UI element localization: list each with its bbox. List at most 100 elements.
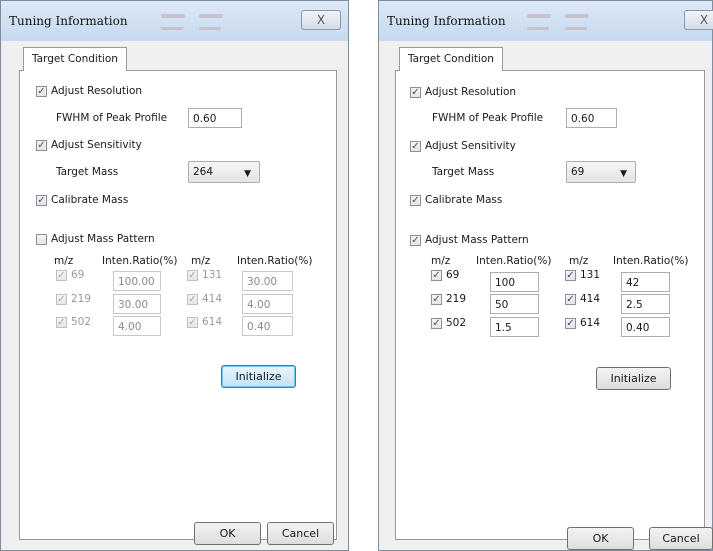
- col-ratio-header: Inten.Ratio(%): [476, 255, 552, 267]
- adjust-sensitivity-label: Adjust Sensitivity: [425, 140, 516, 152]
- initialize-button[interactable]: Initialize: [221, 365, 296, 388]
- col-mz-header: m/z: [54, 255, 74, 267]
- fwhm-input[interactable]: 0.60: [188, 108, 242, 128]
- checkmark-icon: ✓: [56, 293, 67, 305]
- target-mass-label: Target Mass: [56, 166, 119, 178]
- adjust-resolution-label: Adjust Resolution: [425, 86, 517, 98]
- blurred-text: [527, 14, 551, 18]
- window-title: Tuning Information: [9, 14, 128, 28]
- fwhm-input[interactable]: 0.60: [566, 108, 617, 128]
- tab-target-condition[interactable]: Target Condition: [399, 47, 503, 71]
- blurred-text: [565, 14, 589, 18]
- close-button[interactable]: X: [684, 10, 713, 30]
- col-ratio-header: Inten.Ratio(%): [613, 255, 689, 267]
- blurred-text: [527, 27, 549, 30]
- title-bar: Tuning Information X: [379, 1, 713, 41]
- checkmark-icon: ✓: [410, 86, 421, 98]
- ratio-input[interactable]: 50: [490, 294, 539, 314]
- calibrate-mass-label: Calibrate Mass: [51, 194, 129, 206]
- mz-checkbox[interactable]: ✓ 614: [565, 317, 600, 329]
- ratio-input[interactable]: 100: [490, 272, 539, 292]
- mz-checkbox[interactable]: ✓ 69: [56, 269, 84, 281]
- mz-checkbox[interactable]: ✓ 219: [431, 293, 466, 305]
- checkmark-icon: ✓: [431, 317, 442, 329]
- adjust-sensitivity-label: Adjust Sensitivity: [51, 139, 142, 151]
- adjust-resolution-checkbox[interactable]: ✓ Adjust Resolution: [410, 86, 516, 98]
- title-bar: Tuning Information X: [1, 1, 348, 41]
- calibrate-mass-checkbox[interactable]: ✓ Calibrate Mass: [410, 194, 502, 206]
- blurred-text: [565, 27, 587, 30]
- cancel-button[interactable]: Cancel: [267, 522, 334, 545]
- ratio-input[interactable]: 1.5: [490, 317, 539, 337]
- ratio-input[interactable]: 4.00: [113, 316, 161, 336]
- calibrate-mass-checkbox[interactable]: ✓ Calibrate Mass: [36, 194, 128, 206]
- col-mz-header: m/z: [191, 255, 211, 267]
- tuning-dialog-right: Tuning Information X Target Condition ✓ …: [378, 0, 713, 551]
- chevron-down-icon: ▼: [244, 169, 251, 179]
- adjust-mass-pattern-label: Adjust Mass Pattern: [425, 234, 529, 246]
- ratio-input[interactable]: 42: [621, 272, 670, 292]
- checkmark-icon: ✓: [36, 139, 47, 151]
- close-button[interactable]: X: [301, 10, 341, 30]
- target-mass-select[interactable]: 264 ▼: [188, 161, 260, 183]
- checkmark-icon: ✓: [565, 269, 576, 281]
- checkmark-icon: ✓: [410, 194, 421, 206]
- ratio-input[interactable]: 30.00: [242, 271, 293, 291]
- col-ratio-header: Inten.Ratio(%): [237, 255, 313, 267]
- mz-checkbox[interactable]: ✓ 131: [187, 269, 222, 281]
- mz-checkbox[interactable]: ✓ 131: [565, 269, 600, 281]
- ratio-input[interactable]: 30.00: [113, 294, 161, 314]
- checkmark-icon: ✓: [410, 140, 421, 152]
- target-mass-label: Target Mass: [432, 166, 495, 178]
- checkmark-icon: ✓: [56, 316, 67, 328]
- checkmark-icon: ✓: [187, 293, 198, 305]
- target-mass-value: 264: [193, 166, 214, 178]
- adjust-mass-pattern-checkbox[interactable]: ✓ Adjust Mass Pattern: [410, 234, 529, 246]
- mz-checkbox[interactable]: ✓ 69: [431, 269, 459, 281]
- checkmark-icon: ✓: [565, 293, 576, 305]
- target-mass-value: 69: [571, 166, 585, 178]
- col-mz-header: m/z: [569, 255, 589, 267]
- close-icon: X: [316, 13, 326, 27]
- mz-checkbox[interactable]: ✓ 219: [56, 293, 91, 305]
- blurred-text: [199, 14, 223, 18]
- adjust-mass-pattern-label: Adjust Mass Pattern: [51, 233, 155, 245]
- checkmark-icon: ✓: [431, 269, 442, 281]
- blurred-text: [199, 27, 221, 30]
- col-mz-header: m/z: [431, 255, 451, 267]
- adjust-sensitivity-checkbox[interactable]: ✓ Adjust Sensitivity: [410, 140, 516, 152]
- mz-checkbox[interactable]: ✓ 414: [187, 293, 222, 305]
- chevron-down-icon: ▼: [620, 169, 627, 179]
- adjust-mass-pattern-checkbox[interactable]: Adjust Mass Pattern: [36, 233, 155, 245]
- adjust-resolution-checkbox[interactable]: ✓ Adjust Resolution: [36, 85, 142, 97]
- blurred-text: [161, 14, 185, 18]
- calibrate-mass-label: Calibrate Mass: [425, 194, 503, 206]
- checkmark-icon: ✓: [565, 317, 576, 329]
- tab-target-condition[interactable]: Target Condition: [23, 47, 127, 71]
- mz-checkbox[interactable]: ✓ 614: [187, 316, 222, 328]
- checkmark-icon: ✓: [56, 269, 67, 281]
- cancel-button[interactable]: Cancel: [649, 527, 713, 550]
- checkmark-icon: ✓: [187, 269, 198, 281]
- mz-checkbox[interactable]: ✓ 414: [565, 293, 600, 305]
- blurred-text: [161, 27, 183, 30]
- ok-button[interactable]: OK: [194, 522, 261, 545]
- window-title: Tuning Information: [387, 14, 506, 28]
- checkmark-icon: ✓: [187, 316, 198, 328]
- ok-button[interactable]: OK: [567, 527, 634, 550]
- tuning-dialog-left: Tuning Information X Target Condition ✓ …: [0, 0, 349, 551]
- ratio-input[interactable]: 100.00: [113, 271, 161, 291]
- ratio-input[interactable]: 4.00: [242, 294, 293, 314]
- ratio-input[interactable]: 0.40: [621, 317, 670, 337]
- initialize-button[interactable]: Initialize: [596, 367, 671, 390]
- ratio-input[interactable]: 2.5: [621, 294, 670, 314]
- checkmark-icon: ✓: [36, 85, 47, 97]
- fwhm-label: FWHM of Peak Profile: [432, 112, 544, 124]
- mz-checkbox[interactable]: ✓ 502: [56, 316, 91, 328]
- ratio-input[interactable]: 0.40: [242, 316, 293, 336]
- checkmark-icon: ✓: [36, 194, 47, 206]
- target-mass-select[interactable]: 69 ▼: [566, 161, 636, 183]
- checkmark-icon: ✓: [410, 234, 421, 246]
- adjust-sensitivity-checkbox[interactable]: ✓ Adjust Sensitivity: [36, 139, 142, 151]
- mz-checkbox[interactable]: ✓ 502: [431, 317, 466, 329]
